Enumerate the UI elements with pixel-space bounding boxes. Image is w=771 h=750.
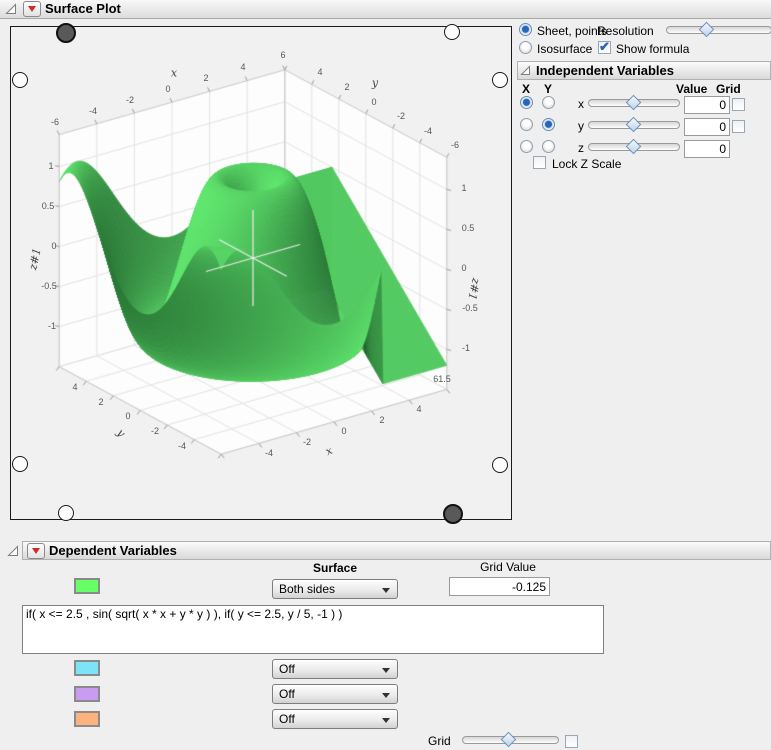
x-value-field[interactable] — [684, 96, 730, 114]
grid-slider[interactable] — [462, 734, 557, 746]
isosurface-radio[interactable] — [519, 41, 532, 54]
x-slider-thumb[interactable] — [626, 95, 642, 111]
independent-variables-header[interactable]: Independent Variables — [517, 61, 771, 80]
dependent-variables-header[interactable]: Dependent Variables — [22, 541, 771, 560]
surface-column-header: Surface — [300, 561, 370, 575]
x-axis-x-radio[interactable] — [520, 96, 533, 109]
independent-variables-title: Independent Variables — [536, 63, 674, 78]
column-header-x: X — [522, 82, 530, 96]
isosurface-label: Isosurface — [537, 42, 592, 56]
grid-slider-thumb[interactable] — [501, 732, 517, 748]
formula-text-box[interactable]: if( x <= 2.5 , sin( sqrt( x * x + y * y … — [22, 605, 604, 654]
x-axis-y-radio[interactable] — [542, 96, 555, 109]
surface-plot-window: { "window": { "title": "Surface Plot" },… — [0, 0, 771, 750]
plot-handle-top-right[interactable] — [444, 24, 460, 40]
row-label-x: x — [578, 97, 584, 111]
grid-enable-checkbox[interactable] — [565, 735, 578, 748]
show-formula-label: Show formula — [616, 42, 689, 56]
y-slider-thumb[interactable] — [626, 117, 642, 133]
surface-mode-value-4: Off — [279, 712, 295, 726]
plot-handle-bottom-left[interactable] — [58, 505, 74, 521]
surface-mode-dropdown-4[interactable]: Off — [272, 709, 398, 729]
column-header-grid: Grid — [716, 82, 741, 96]
plot-handle-left-upper[interactable] — [12, 72, 28, 88]
sheet-points-radio[interactable] — [519, 23, 532, 36]
surface-mode-dropdown-2[interactable]: Off — [272, 659, 398, 679]
surface-3d-view[interactable] — [11, 27, 511, 519]
window-title: Surface Plot — [45, 0, 121, 17]
dependent-color-swatch-purple[interactable] — [74, 686, 100, 702]
red-triangle-menu-button[interactable] — [23, 1, 41, 17]
red-triangle-menu-button[interactable] — [27, 543, 45, 559]
dependent-variables-title: Dependent Variables — [49, 543, 177, 558]
column-header-value: Value — [676, 82, 707, 96]
grid-slider-label: Grid — [428, 734, 451, 748]
x-grid-checkbox[interactable] — [732, 98, 745, 111]
surface-plot-area: -6-4-20246x420-2-4-6y10.50-0.5-1z#110.50… — [10, 26, 512, 520]
plot-handle-right-lower[interactable] — [492, 457, 508, 473]
resolution-slider-groove[interactable] — [666, 26, 771, 34]
x-value-slider[interactable] — [588, 97, 678, 109]
window-title-bar: Surface Plot — [0, 0, 771, 19]
surface-mode-dropdown[interactable]: Both sides — [272, 579, 398, 599]
dependent-color-swatch-green[interactable] — [74, 578, 100, 594]
plot-handle-right-upper[interactable] — [492, 72, 508, 88]
grid-value-field[interactable] — [449, 577, 550, 596]
surface-mode-value-3: Off — [279, 687, 295, 701]
y-value-field[interactable] — [684, 118, 730, 136]
y-value-slider[interactable] — [588, 119, 678, 131]
surface-mode-dropdown-3[interactable]: Off — [272, 684, 398, 704]
row-label-y: y — [578, 119, 584, 133]
resolution-label: Resolution — [597, 24, 654, 38]
z-axis-y-radio[interactable] — [542, 140, 555, 153]
y-axis-y-radio[interactable] — [542, 118, 555, 131]
dependent-color-swatch-orange[interactable] — [74, 711, 100, 727]
z-axis-x-radio[interactable] — [520, 140, 533, 153]
show-formula-checkbox[interactable] — [598, 41, 611, 54]
plot-rotate-handle-top-filled[interactable] — [56, 23, 76, 43]
lock-z-scale-checkbox[interactable] — [533, 156, 546, 169]
disclosure-triangle-icon[interactable] — [5, 3, 17, 18]
plot-rotate-handle-bottom-filled[interactable] — [443, 504, 463, 524]
resolution-slider-thumb[interactable] — [699, 22, 715, 38]
lock-z-scale-label: Lock Z Scale — [552, 157, 621, 171]
column-header-y: Y — [544, 82, 552, 96]
y-grid-checkbox[interactable] — [732, 120, 745, 133]
grid-value-column-header: Grid Value — [468, 560, 548, 574]
row-label-z: z — [578, 141, 584, 155]
z-value-slider[interactable] — [588, 141, 678, 153]
disclosure-triangle-icon[interactable] — [520, 65, 531, 79]
y-axis-x-radio[interactable] — [520, 118, 533, 131]
surface-mode-value-2: Off — [279, 662, 295, 676]
plot-handle-left-lower[interactable] — [12, 456, 28, 472]
dependent-color-swatch-cyan[interactable] — [74, 660, 100, 676]
disclosure-triangle-icon[interactable] — [7, 545, 19, 560]
surface-mode-value: Both sides — [279, 582, 335, 596]
resolution-slider[interactable] — [666, 24, 770, 36]
z-value-field[interactable] — [684, 140, 730, 158]
z-slider-thumb[interactable] — [626, 139, 642, 155]
